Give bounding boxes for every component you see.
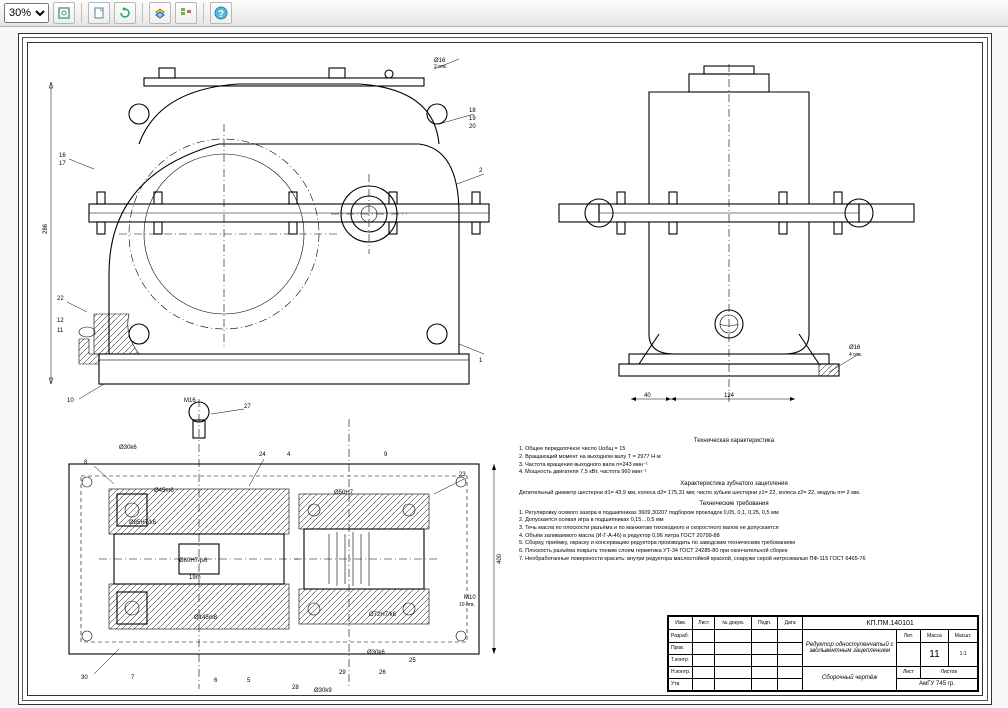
req-line: 5. Сборку, приёмку, окраску и консерваци…	[519, 540, 949, 548]
tc-line: 1. Общее передаточное число Uобщ = 15	[519, 446, 949, 454]
svg-text:Ø60H7/js6: Ø60H7/js6	[179, 558, 208, 564]
page-icon[interactable]	[88, 2, 110, 24]
svg-text:Ø45m6: Ø45m6	[154, 488, 174, 494]
svg-text:Ø145m8: Ø145m8	[194, 615, 218, 621]
req-line: 1. Регулировку осевого зазора в подшипни…	[519, 510, 949, 518]
svg-text:Ø30k9: Ø30k9	[314, 688, 332, 694]
req-line: 7. Необработанные поверхности красить: в…	[519, 556, 949, 564]
svg-text:Ø30k6: Ø30k6	[367, 650, 385, 656]
gear-line: Делительный диаметр шестерни d1= 43,9 мм…	[519, 490, 949, 498]
req-line: 2. Допускается осевая игра в подшипниках…	[519, 517, 949, 525]
tech-char-title: Техническая характеристика	[519, 437, 949, 445]
tc-line: 3. Частота вращения выходного вала n=243…	[519, 462, 949, 470]
svg-text:23: 23	[459, 472, 466, 478]
svg-text:Ø72H7/k6: Ø72H7/k6	[369, 612, 397, 618]
side-view: 40 124 Ø16 4 отв.	[519, 54, 959, 424]
req-line: 3. Течь масла по плоскости разъёма и по …	[519, 525, 949, 533]
svg-text:26: 26	[379, 670, 386, 676]
title-block: Изм. Лист № докум. Подп. Дата КП.ПМ.1401…	[667, 615, 979, 692]
svg-text:12: 12	[57, 318, 64, 324]
svg-text:6: 6	[214, 678, 218, 684]
svg-text:16: 16	[59, 153, 66, 159]
svg-text:Ø30k6: Ø30k6	[119, 445, 137, 451]
svg-text:M10: M10	[464, 595, 476, 601]
refresh-icon[interactable]	[114, 2, 136, 24]
svg-text:4 отв.: 4 отв.	[849, 352, 862, 358]
toolbar: 30% ?	[0, 0, 1008, 27]
svg-text:4: 4	[287, 452, 291, 458]
svg-text:18: 18	[469, 108, 476, 114]
zoom-select[interactable]: 30%	[4, 3, 49, 23]
svg-text:19m: 19m	[189, 575, 201, 581]
svg-text:286: 286	[43, 223, 49, 234]
svg-text:28: 28	[292, 685, 299, 691]
svg-text:22: 22	[57, 296, 64, 302]
svg-text:124: 124	[724, 393, 735, 399]
zoom-fit-icon[interactable]	[53, 2, 75, 24]
svg-text:30: 30	[81, 675, 88, 681]
req-title: Технические требования	[519, 500, 949, 508]
svg-text:M16: M16	[184, 398, 196, 404]
front-view: 286	[39, 54, 499, 404]
svg-text:2 отв.: 2 отв.	[434, 64, 447, 70]
svg-text:20: 20	[469, 124, 476, 130]
svg-text:7: 7	[131, 675, 135, 681]
tc-line: 4. Мощность двигателя 7,5 кВт, частота 9…	[519, 469, 949, 477]
svg-text:10 отв.: 10 отв.	[459, 602, 475, 608]
svg-text:17: 17	[59, 161, 66, 167]
req-line: 4. Объём заливаемого масла (И-Г-А-46) в …	[519, 533, 949, 541]
svg-text:11: 11	[57, 328, 64, 334]
svg-text:Ø85H7/k6: Ø85H7/k6	[129, 520, 157, 526]
svg-text:Ø50H7: Ø50H7	[334, 490, 354, 496]
gear-title: Характеристика зубчатого зацепления	[519, 480, 949, 488]
svg-text:24: 24	[259, 452, 266, 458]
section-view: M16 27 400 Ø30k6 8	[39, 394, 509, 694]
req-line: 6. Плоскость разъёма покрыть тонким слое…	[519, 548, 949, 556]
layers-icon[interactable]	[149, 2, 171, 24]
drawing-sheet: 286	[18, 33, 992, 705]
tc-line: 2. Вращающий момент на выходном валу Т =…	[519, 454, 949, 462]
notes-block: Техническая характеристика 1. Общее пере…	[519, 434, 949, 563]
svg-text:9: 9	[384, 452, 388, 458]
svg-text:Ø16: Ø16	[849, 345, 861, 351]
svg-text:?: ?	[218, 9, 224, 20]
tree-icon[interactable]	[175, 2, 197, 24]
svg-text:400: 400	[497, 553, 503, 564]
svg-text:25: 25	[409, 658, 416, 664]
svg-text:8: 8	[84, 460, 88, 466]
help-icon[interactable]: ?	[210, 2, 232, 24]
svg-text:29: 29	[339, 670, 346, 676]
svg-text:5: 5	[247, 678, 251, 684]
svg-text:19: 19	[469, 116, 476, 122]
svg-text:27: 27	[244, 404, 251, 410]
svg-text:2: 2	[479, 168, 483, 174]
svg-text:1: 1	[479, 358, 483, 364]
svg-text:40: 40	[644, 393, 651, 399]
drawing-viewport[interactable]: 286	[0, 27, 1008, 708]
